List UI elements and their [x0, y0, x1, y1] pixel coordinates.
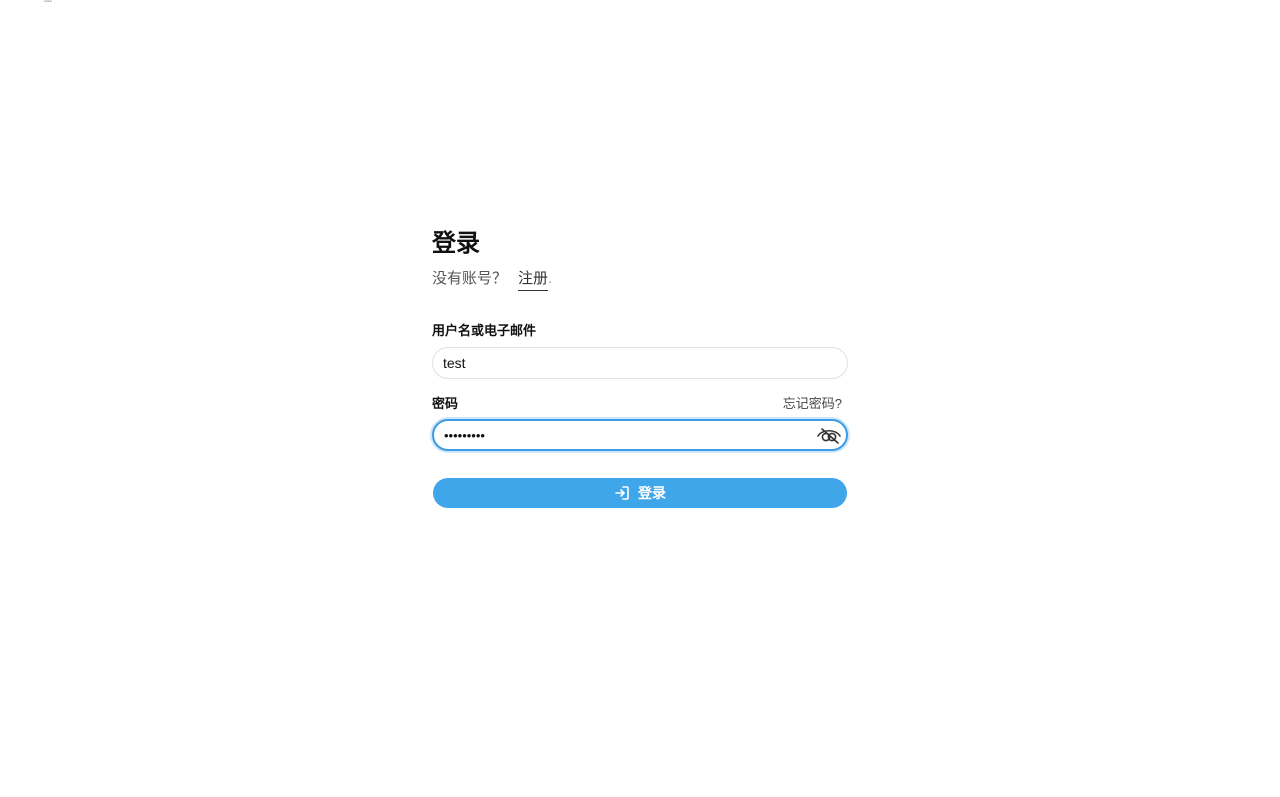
- login-submit-button[interactable]: 登录: [433, 478, 847, 508]
- login-submit-label: 登录: [638, 485, 666, 501]
- corner-logo: 品: [44, 0, 54, 2]
- password-input[interactable]: [432, 419, 848, 451]
- signup-line: 没有账号？ 注册 .: [432, 268, 848, 291]
- login-page: 品 登录 没有账号？ 注册 . 用户名或电子邮件 密码 忘记密码?: [0, 0, 1280, 797]
- signup-link[interactable]: 注册: [518, 268, 549, 291]
- username-label: 用户名或电子邮件: [432, 323, 537, 338]
- login-card: 登录 没有账号？ 注册 . 用户名或电子邮件 密码 忘记密码?: [432, 229, 848, 508]
- sign-in-icon: [614, 485, 630, 501]
- password-label: 密码: [432, 396, 459, 411]
- username-input[interactable]: [432, 347, 848, 379]
- page-title: 登录: [432, 230, 480, 257]
- password-visibility-toggle[interactable]: [816, 425, 842, 445]
- password-label-row: 密码 忘记密码?: [432, 393, 848, 413]
- signup-prompt: 没有账号？: [432, 270, 508, 287]
- eye-slash-icon: [816, 428, 842, 448]
- signup-suffix: .: [548, 270, 553, 287]
- forgot-password-link[interactable]: 忘记密码?: [783, 393, 842, 412]
- password-field: [432, 419, 848, 451]
